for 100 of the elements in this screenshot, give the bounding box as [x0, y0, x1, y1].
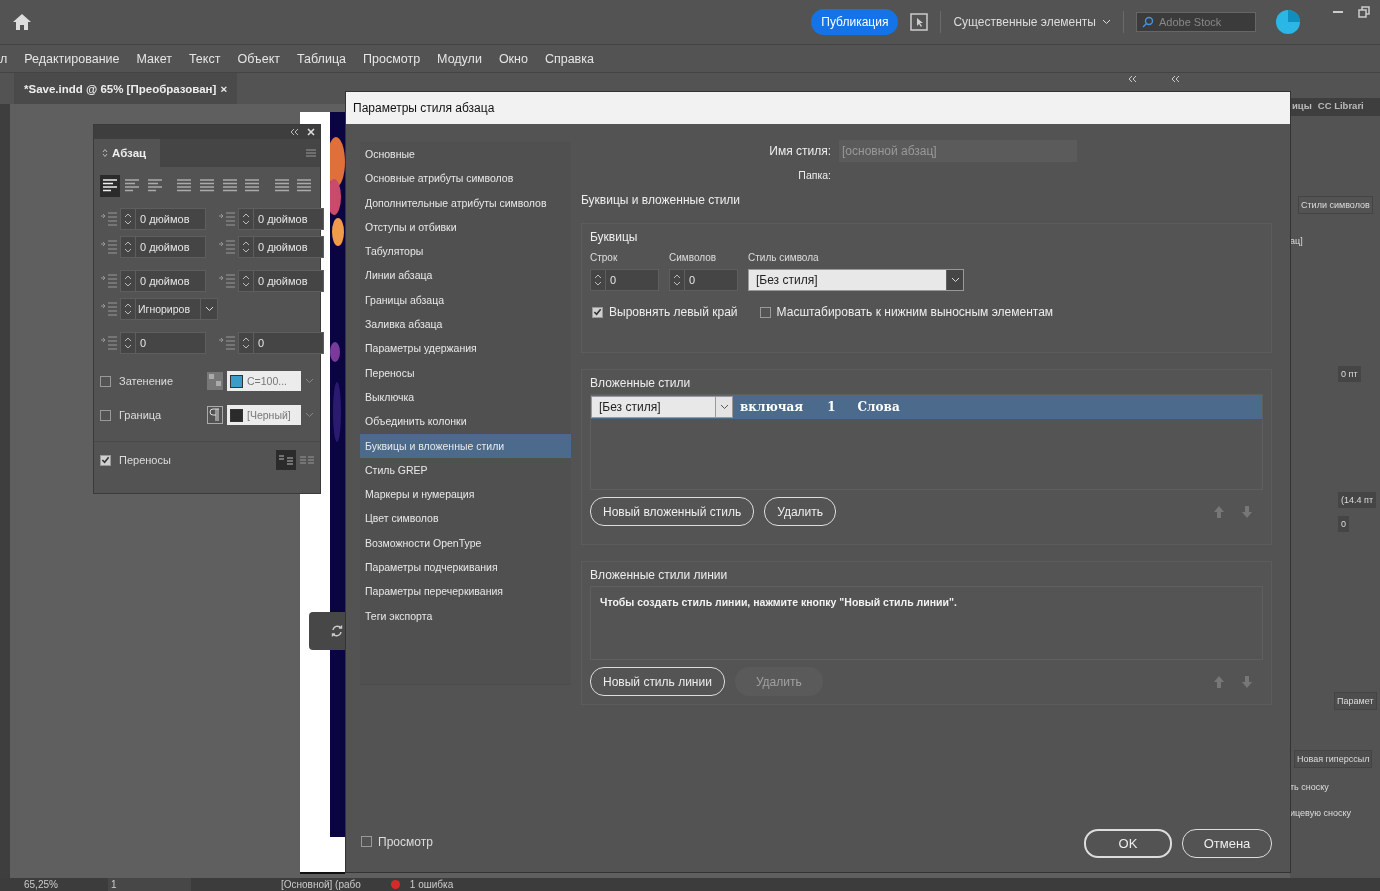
- input-field[interactable]: (14.4 пт: [1338, 492, 1376, 508]
- menu-item[interactable]: ицевую сноску: [1290, 808, 1380, 818]
- checkbox[interactable]: [100, 375, 111, 387]
- stepper-icon[interactable]: [242, 335, 250, 351]
- close-icon[interactable]: [307, 128, 315, 136]
- panel-tab[interactable]: CC Librari: [1317, 100, 1364, 116]
- indent-icon: [100, 211, 118, 227]
- category-item[interactable]: Буквицы и вложенные стили: [360, 433, 571, 458]
- dropdown[interactable]: Игнориров: [120, 298, 218, 320]
- checkbox[interactable]: [759, 306, 771, 318]
- dropdown[interactable]: [Без стиля]: [591, 396, 733, 418]
- stepper-icon[interactable]: [673, 272, 681, 288]
- nested-style-row[interactable]: [Без стиля] включая 1 Слова: [591, 395, 1262, 419]
- master-page-text[interactable]: [Основной] (рабо: [280, 878, 361, 891]
- collapse-icon[interactable]: [1170, 75, 1180, 83]
- menu-item[interactable]: Таблица: [297, 51, 346, 66]
- menu-item[interactable]: Объект: [237, 51, 280, 66]
- menu-item[interactable]: Редактирование: [24, 51, 120, 66]
- collapse-icon[interactable]: [289, 128, 299, 136]
- cancel-button[interactable]: Отмена: [1182, 829, 1272, 858]
- stepper-icon[interactable]: [124, 301, 132, 317]
- field-label: Строк: [590, 252, 619, 263]
- checkbox[interactable]: [361, 836, 372, 848]
- menu-item[interactable]: ть сноску: [1290, 782, 1380, 792]
- caret-icon[interactable]: [719, 404, 729, 410]
- input-field[interactable]: 0 дюймов: [120, 208, 206, 230]
- stepper-icon[interactable]: [242, 211, 250, 227]
- paragraph-layout-icon[interactable]: [276, 450, 296, 470]
- nested-style-through[interactable]: включая: [740, 400, 804, 414]
- swatch-dropdown[interactable]: C=100...: [227, 371, 301, 391]
- group-title: Буквицы: [590, 230, 639, 244]
- nested-style-count[interactable]: 1: [827, 400, 836, 414]
- stepper-icon[interactable]: [124, 335, 132, 351]
- menu-item[interactable]: Окно: [498, 51, 528, 66]
- workspace-switcher[interactable]: Существенные элементы: [953, 15, 1111, 29]
- zoom-level-text[interactable]: 65,25%: [24, 878, 58, 891]
- stepper-icon[interactable]: [124, 273, 132, 289]
- input-field[interactable]: 0 пт: [1338, 366, 1361, 382]
- error-icon: [390, 880, 400, 889]
- input-field[interactable]: 0 дюймов: [238, 270, 324, 292]
- home-icon[interactable]: [12, 13, 32, 31]
- indent-icon: [218, 239, 236, 255]
- panel-button[interactable]: Парамет: [1334, 692, 1377, 710]
- checkbox-label: Масштабировать к нижним выносным элементам: [776, 305, 1054, 319]
- search-field[interactable]: Adobe Stock: [1136, 12, 1256, 32]
- delete-button[interactable]: Удалить: [764, 497, 837, 526]
- document-tab[interactable]: *Save.indd @ 65% [Преобразован] ×: [14, 73, 238, 104]
- menu-item[interactable]: Просмотр: [363, 51, 421, 66]
- input-field[interactable]: 0: [120, 332, 206, 354]
- align-button[interactable]: [100, 175, 120, 197]
- menu-item[interactable]: Справка: [544, 51, 594, 66]
- menu-item[interactable]: л: [0, 51, 8, 66]
- avatar-icon[interactable]: [1276, 10, 1300, 34]
- menu-item[interactable]: Макет: [136, 51, 172, 66]
- menu-item[interactable]: Модули: [437, 51, 482, 66]
- input-field[interactable]: 0: [238, 332, 324, 354]
- window-title: Параметры стиля абзаца: [346, 92, 1290, 124]
- restore-icon[interactable]: [1358, 6, 1370, 18]
- swatch-dropdown[interactable]: [Черный]: [227, 405, 301, 425]
- input-field[interactable]: 0: [590, 269, 659, 291]
- panel-button[interactable]: Новая гиперссыл: [1294, 750, 1373, 768]
- indent-icon: [218, 335, 236, 351]
- stepper-icon[interactable]: [242, 273, 250, 289]
- collapse-icon[interactable]: [1127, 75, 1137, 83]
- indent-icon: [218, 211, 236, 227]
- checkbox[interactable]: [592, 306, 603, 318]
- preflight-status-text[interactable]: 1 ошибка: [409, 878, 454, 891]
- share-screen-icon[interactable]: [910, 13, 929, 31]
- stepper-icon[interactable]: [124, 211, 132, 227]
- field-label: Имя стиля:: [768, 144, 831, 158]
- publish-button[interactable]: Публикация: [811, 9, 899, 35]
- input-field[interactable]: 0 дюймов: [120, 270, 206, 292]
- nested-style-unit[interactable]: Слова: [857, 400, 900, 414]
- checkbox[interactable]: [100, 454, 111, 466]
- panel-tab[interactable]: ицы: [1292, 100, 1312, 116]
- stepper-icon[interactable]: [124, 239, 132, 255]
- checkbox[interactable]: [100, 409, 111, 421]
- new-line-style-button[interactable]: Новый стиль линии: [590, 667, 725, 696]
- sort-icon[interactable]: [102, 148, 108, 158]
- ok-button[interactable]: OK: [1084, 829, 1172, 858]
- input-field[interactable]: 0: [1338, 516, 1349, 532]
- input-field[interactable]: 0: [669, 269, 738, 291]
- panel-tab[interactable]: Стили символов: [1298, 196, 1373, 214]
- input-field[interactable]: 0 дюймов: [238, 236, 324, 258]
- page-field[interactable]: 1: [107, 878, 191, 891]
- rotate-icon[interactable]: [330, 624, 344, 638]
- indent-icon: [100, 335, 118, 351]
- field-label: Символов: [669, 252, 718, 263]
- stepper-icon[interactable]: [594, 272, 602, 288]
- new-nested-style-button[interactable]: Новый вложенный стиль: [590, 497, 755, 526]
- rotate-control[interactable]: [309, 612, 346, 650]
- group-title: Вложенные стили линии: [590, 568, 729, 582]
- menu-item[interactable]: Текст: [188, 51, 221, 66]
- stepper-icon[interactable]: [242, 239, 250, 255]
- input-field[interactable]: 0 дюймов: [238, 208, 324, 230]
- input-field[interactable]: 0 дюймов: [120, 236, 206, 258]
- checkbox-label: Затенение: [119, 375, 174, 387]
- close-tab-button[interactable]: ×: [220, 82, 228, 95]
- pilcrow-icon[interactable]: [207, 406, 223, 424]
- dropdown[interactable]: [Без стиля]: [748, 269, 964, 291]
